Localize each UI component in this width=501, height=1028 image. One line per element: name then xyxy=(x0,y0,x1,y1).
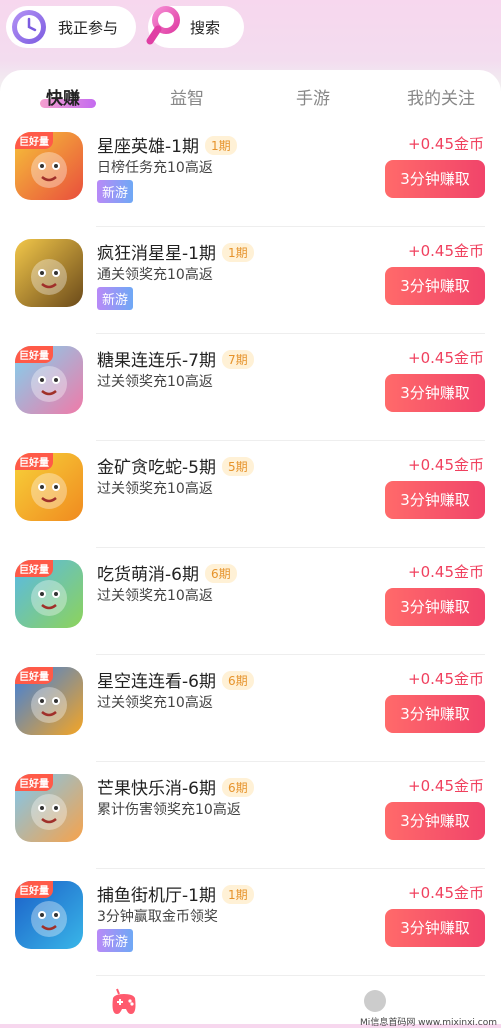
game-icon[interactable] xyxy=(15,239,83,307)
game-description: 累计伤害领奖充10高返 xyxy=(97,802,241,818)
game-row[interactable]: 巨好量 捕鱼街机厅-1期 1期 3分钟赢取金币领奖 新游 +0.45金币 3分钟赚取 xyxy=(0,869,501,976)
game-title-text: 星空连连看-6期 xyxy=(97,672,216,692)
period-tag: 6期 xyxy=(204,564,237,583)
search-icon xyxy=(146,5,180,49)
game-title-text: 金矿贪吃蛇-5期 xyxy=(97,458,216,478)
game-icon[interactable]: 巨好量 xyxy=(15,667,83,735)
tab-label: 手游 xyxy=(296,89,330,109)
tab-wodeguanzhu[interactable]: 我的关注 xyxy=(407,84,475,109)
game-description: 过关领奖充10高返 xyxy=(97,588,213,604)
row-divider xyxy=(96,975,485,976)
search-button[interactable]: 搜索 xyxy=(146,5,244,49)
participating-label: 我正参与 xyxy=(58,18,119,37)
game-description: 通关领奖充10高返 xyxy=(97,267,213,283)
earn-button[interactable]: 3分钟赚取 xyxy=(385,481,485,519)
game-row[interactable]: 巨好量 芒果快乐消-6期 6期累计伤害领奖充10高返 +0.45金币 3分钟赚取 xyxy=(0,762,501,869)
reward-amount: +0.45金币 xyxy=(408,884,484,902)
game-icon[interactable]: 巨好量 xyxy=(15,453,83,521)
game-title: 星座英雄-1期 1期 xyxy=(97,132,237,157)
content-panel: 快赚 益智 手游 我的关注 巨好量 星座英雄-1期 1期 日榜任务充10高返 新游 +0.… xyxy=(0,70,501,1024)
game-description: 日榜任务充10高返 xyxy=(97,160,213,176)
game-title-text: 糖果连连乐-7期 xyxy=(97,351,216,371)
earn-button[interactable]: 3分钟赚取 xyxy=(385,374,485,412)
category-tabs: 快赚 益智 手游 我的关注 xyxy=(0,80,501,114)
reward-amount: +0.45金币 xyxy=(408,670,484,688)
hot-badge: 巨好量 xyxy=(15,774,53,791)
participating-button[interactable]: 我正参与 xyxy=(6,6,136,48)
tab-label: 益智 xyxy=(170,89,204,109)
game-title: 疯狂消星星-1期 1期 xyxy=(97,239,254,264)
new-game-tag: 新游 xyxy=(97,929,134,952)
game-row[interactable]: 巨好量 糖果连连乐-7期 7期 过关领奖充10高返 +0.45金币 3分钟赚取 xyxy=(0,334,501,441)
period-tag: 1期 xyxy=(221,243,254,262)
hot-badge: 巨好量 xyxy=(15,346,53,363)
new-game-tag: 新游 xyxy=(97,287,134,310)
reward-amount: +0.45金币 xyxy=(408,456,484,474)
game-row[interactable]: 巨好量 星座英雄-1期 1期日榜任务充10高返新游 +0.45金币 3分钟赚取 xyxy=(0,120,501,227)
reward-amount: +0.45金币 xyxy=(408,349,484,367)
game-title: 糖果连连乐-7期 7期 xyxy=(97,346,254,371)
game-icon[interactable]: 巨好量 xyxy=(15,132,83,200)
hot-badge: 巨好量 xyxy=(15,667,53,684)
hot-badge: 巨好量 xyxy=(15,453,53,470)
reward-amount: +0.45金币 xyxy=(408,563,484,581)
watermark: Mi信息首码网 www.mixinxi.com xyxy=(360,1018,497,1028)
search-label: 搜索 xyxy=(190,18,221,37)
game-description: 3分钟赢取金币领奖 xyxy=(97,909,218,925)
hot-badge: 巨好量 xyxy=(15,132,53,149)
game-row[interactable]: 巨好量 金矿贪吃蛇-5期 5期 过关领奖充10高返 +0.45金币 3分钟赚取 xyxy=(0,441,501,548)
period-tag: 6期 xyxy=(221,671,254,690)
hot-badge: 巨好量 xyxy=(15,560,53,577)
game-title-text: 吃货萌消-6期 xyxy=(97,565,199,585)
clock-icon xyxy=(10,8,48,46)
earn-button[interactable]: 3分钟赚取 xyxy=(385,267,485,305)
earn-button[interactable]: 3分钟赚取 xyxy=(385,588,485,626)
game-title: 捕鱼街机厅-1期 1期 xyxy=(97,881,254,906)
game-title: 吃货萌消-6期 6期 xyxy=(97,560,237,585)
earn-button[interactable]: 3分钟赚取 xyxy=(385,802,485,840)
period-tag: 1期 xyxy=(204,136,237,155)
game-row[interactable]: 疯狂消星星-1期 1期 通关领奖充10高返新游 +0.45金币 3分钟赚取 xyxy=(0,227,501,334)
new-game-tag: 新游 xyxy=(97,180,134,203)
reward-amount: +0.45金币 xyxy=(408,777,484,795)
earn-button[interactable]: 3分钟赚取 xyxy=(385,160,485,198)
reward-amount: +0.45金币 xyxy=(408,242,484,260)
earn-button[interactable]: 3分钟赚取 xyxy=(385,909,485,947)
tab-yizhi[interactable]: 益智 xyxy=(170,84,204,109)
game-icon[interactable]: 巨好量 xyxy=(15,346,83,414)
game-title: 星空连连看-6期 6期 xyxy=(97,667,254,692)
tab-shouyou[interactable]: 手游 xyxy=(296,84,330,109)
hot-badge: 巨好量 xyxy=(15,881,53,898)
game-row[interactable]: 巨好量 吃货萌消-6期 6期过关领奖充10高返 +0.45金币 3分钟赚取 xyxy=(0,548,501,655)
period-tag: 7期 xyxy=(221,350,254,369)
period-tag: 6期 xyxy=(221,778,254,797)
game-title: 芒果快乐消-6期 6期 xyxy=(97,774,254,799)
reward-amount: +0.45金币 xyxy=(408,135,484,153)
game-icon[interactable]: 巨好量 xyxy=(15,881,83,949)
game-description: 过关领奖充10高返 xyxy=(97,695,213,711)
tab-label: 我的关注 xyxy=(407,89,475,109)
game-title-text: 疯狂消星星-1期 xyxy=(97,244,216,264)
game-title: 金矿贪吃蛇-5期 5期 xyxy=(97,453,254,478)
top-bar: 我正参与 搜索 xyxy=(0,0,501,70)
game-row[interactable]: 巨好量 星空连连看-6期 6期 过关领奖充10高返 +0.45金币 3分钟赚取 xyxy=(0,655,501,762)
game-title-text: 星座英雄-1期 xyxy=(97,137,199,157)
period-tag: 5期 xyxy=(221,457,254,476)
game-title-text: 捕鱼街机厅-1期 xyxy=(97,886,216,906)
game-description: 过关领奖充10高返 xyxy=(97,481,213,497)
tab-kuaizhuan[interactable]: 快赚 xyxy=(40,84,96,109)
tab-label: 快赚 xyxy=(46,89,80,109)
game-title-text: 芒果快乐消-6期 xyxy=(97,779,216,799)
game-icon[interactable]: 巨好量 xyxy=(15,774,83,842)
earn-button[interactable]: 3分钟赚取 xyxy=(385,695,485,733)
period-tag: 1期 xyxy=(221,885,254,904)
profile-icon[interactable] xyxy=(364,990,386,1012)
game-icon[interactable]: 巨好量 xyxy=(15,560,83,628)
gamepad-icon[interactable] xyxy=(107,988,141,1018)
game-description: 过关领奖充10高返 xyxy=(97,374,213,390)
